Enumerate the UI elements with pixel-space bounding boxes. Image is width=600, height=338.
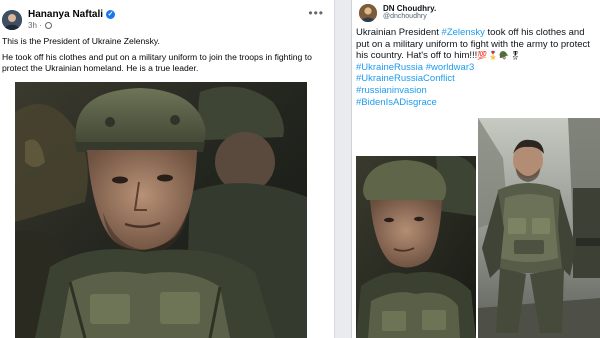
post-paragraph-2: He took off his clothes and put on a mil… <box>2 51 312 74</box>
hashtag-line[interactable]: #russianinvasion <box>356 85 596 97</box>
author-name[interactable]: DN Choudhry. <box>383 4 436 13</box>
post-photo[interactable] <box>15 82 307 338</box>
tweet-body: Ukrainian President #Zelensky took off h… <box>356 27 596 108</box>
more-options-icon[interactable]: ••• <box>308 6 324 20</box>
twitter-post-card: DN Choudhry. @dnchoudhry Ukrainian Presi… <box>352 0 600 338</box>
tweet-text-part-1: Ukrainian President <box>356 27 442 38</box>
post-header: Hananya Naftali ✓ 3h · ••• <box>0 0 334 34</box>
hashtag-zelensky[interactable]: #Zelensky <box>442 27 485 38</box>
post-paragraph-1: This is the President of Ukraine Zelensk… <box>2 36 160 46</box>
tweet-photo-left[interactable] <box>356 156 476 338</box>
author-avatar[interactable] <box>2 10 22 30</box>
post-body: This is the President of Ukraine Zelensk… <box>2 36 327 79</box>
facebook-post-card: Hananya Naftali ✓ 3h · ••• This is the Pr… <box>0 0 334 338</box>
hashtag-line[interactable]: #UkraineRussiaConflict <box>356 73 596 85</box>
hashtag-line[interactable]: #UkraineRussia #worldwar3 <box>356 62 596 74</box>
author-avatar[interactable] <box>359 4 377 22</box>
hashtag-list: #UkraineRussia #worldwar3 #UkraineRussia… <box>356 62 596 108</box>
hashtag-line[interactable]: #BidenIsADisgrace <box>356 97 596 109</box>
tweet-photo-right[interactable] <box>478 118 600 338</box>
verified-badge-icon: ✓ <box>106 9 116 19</box>
author-name[interactable]: Hananya Naftali <box>28 9 103 20</box>
author-name-line[interactable]: Hananya Naftali ✓ <box>28 9 116 20</box>
tweet-emojis: 💯🎖️🪖🎖 <box>477 51 522 61</box>
post-meta: 3h · <box>28 21 52 30</box>
author-handle[interactable]: @dnchoudhry <box>383 13 427 20</box>
globe-icon <box>44 22 52 30</box>
post-time[interactable]: 3h <box>28 21 37 30</box>
